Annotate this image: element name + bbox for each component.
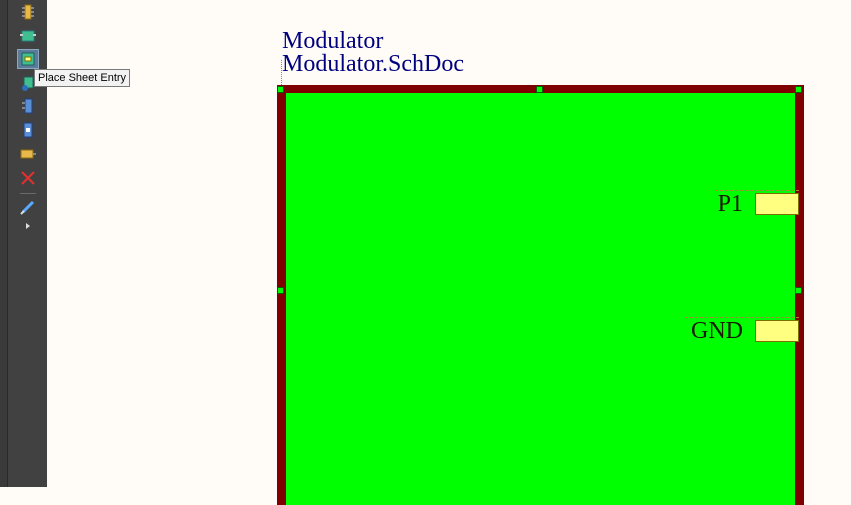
place-no-erc-button[interactable]	[17, 168, 39, 188]
tooltip: Place Sheet Entry	[34, 69, 131, 87]
toolbar-overflow-button[interactable]	[17, 216, 39, 236]
place-component-button[interactable]	[17, 2, 39, 22]
sheet-filename[interactable]: Modulator.SchDoc	[282, 51, 464, 77]
sheet-entry-pin	[799, 200, 803, 208]
sheet-entry-pin	[799, 327, 803, 335]
line-icon	[20, 200, 35, 215]
place-harness-connector-button[interactable]	[17, 96, 39, 116]
sheet-entry-port[interactable]	[755, 320, 799, 342]
place-harness-entry-button[interactable]	[17, 120, 39, 140]
left-panel-edge	[0, 0, 7, 487]
sheet-entry-label: GND	[691, 318, 743, 344]
directive-icon	[20, 149, 36, 159]
toolbar-separator	[20, 193, 36, 194]
device-sheet-icon	[22, 76, 34, 91]
sheet-entry-port[interactable]	[755, 193, 799, 215]
sheet-entry-icon	[21, 52, 35, 66]
more-arrow-icon	[26, 223, 30, 229]
resize-handle-middle-left[interactable]	[277, 287, 284, 294]
resize-handle-top-right[interactable]	[795, 86, 802, 93]
harness-connector-icon	[22, 98, 33, 114]
designator-anchor-line	[281, 60, 282, 85]
sheet-symbol-body[interactable]	[286, 93, 795, 505]
resize-handle-top-left[interactable]	[277, 86, 284, 93]
place-directive-button[interactable]	[17, 144, 39, 164]
sheet-entry-label: P1	[717, 191, 743, 217]
resize-handle-middle-right[interactable]	[795, 287, 802, 294]
place-line-button[interactable]	[17, 197, 39, 217]
no-erc-icon	[21, 171, 35, 185]
place-sheet-entry-button[interactable]	[17, 49, 39, 69]
place-sheet-symbol-button[interactable]	[17, 26, 39, 46]
resize-handle-top-center[interactable]	[536, 86, 543, 93]
sheet-symbol-icon	[20, 30, 36, 42]
component-icon	[22, 4, 34, 20]
harness-entry-icon	[23, 122, 33, 138]
sheet-symbol[interactable]: P1 GND	[277, 85, 804, 505]
